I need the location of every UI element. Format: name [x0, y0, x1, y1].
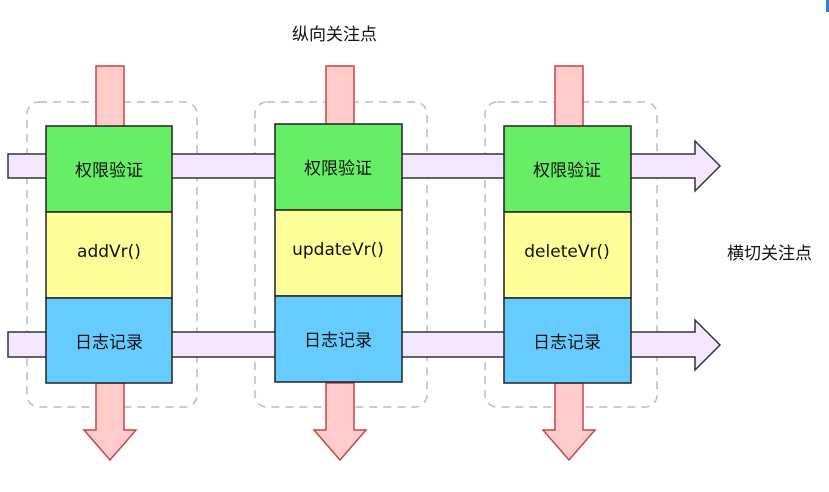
vertical-concern-label: 纵向关注点 — [292, 25, 377, 45]
vertical-arrow — [95, 65, 584, 129]
method-label: addVr() — [77, 242, 141, 262]
auth-label: 权限验证 — [304, 159, 372, 179]
auth-label: 权限验证 — [75, 161, 143, 181]
log-label: 日志记录 — [304, 331, 372, 351]
auth-label: 权限验证 — [533, 161, 601, 181]
log-label: 日志记录 — [533, 333, 601, 353]
method-label: updateVr() — [292, 240, 384, 260]
log-label: 日志记录 — [75, 333, 143, 353]
horizontal-concern-label: 横切关注点 — [727, 244, 812, 264]
method-label: deleteVr() — [524, 242, 610, 262]
vertical-arrow-head — [82, 382, 597, 462]
